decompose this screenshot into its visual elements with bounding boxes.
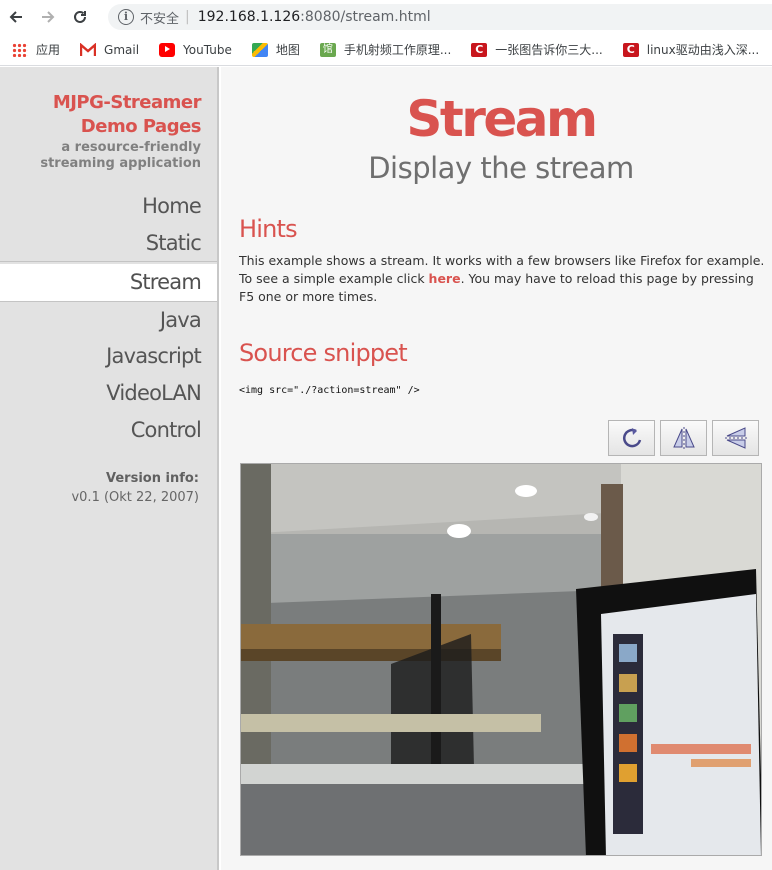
bookmark-label: 地图: [275, 43, 300, 57]
back-arrow-icon: [9, 11, 22, 23]
forward-button[interactable]: [32, 0, 64, 34]
nav-videolan[interactable]: VideoLAN: [0, 375, 217, 412]
flip-vertical-button[interactable]: [712, 420, 759, 456]
gmail-icon: [80, 42, 97, 56]
flip-horizontal-icon: [672, 427, 695, 449]
bookmarks-bar: 应用 Gmail YouTube 地图 馆手机射频工作原理... C 一张图告诉你…: [0, 34, 772, 66]
rotate-button[interactable]: [608, 420, 655, 456]
maps-icon: [251, 42, 268, 57]
nav-home[interactable]: Home: [0, 188, 217, 225]
browser-toolbar: i 不安全 | 192.168.1.126:8080/stream.html: [0, 0, 772, 34]
hints-paragraph: This example shows a stream. It works wi…: [239, 252, 769, 306]
main-content: Stream Display the stream Hints This exa…: [221, 67, 772, 870]
bookmark-label: YouTube: [183, 42, 232, 57]
brand: MJPG-Streamer Demo Pages a resource-frie…: [0, 91, 201, 172]
bookmark-apps[interactable]: 应用: [12, 41, 60, 58]
bookmark-site[interactable]: 馆手机射频工作原理...: [319, 41, 452, 58]
rotate-icon: [622, 428, 641, 448]
version-value: v0.1 (Okt 22, 2007): [71, 490, 199, 505]
bookmark-youtube[interactable]: YouTube: [159, 42, 232, 57]
nav-static[interactable]: Static: [0, 225, 217, 262]
bookmark-label: 一张图告诉你三大...: [495, 43, 603, 57]
security-label: 不安全: [140, 11, 180, 27]
reload-icon: [74, 10, 86, 23]
url-path: :8080/stream.html: [300, 9, 431, 25]
url-bar[interactable]: i 不安全 | 192.168.1.126:8080/stream.html: [108, 4, 772, 30]
info-icon[interactable]: i: [118, 9, 134, 25]
stream-image: [240, 463, 762, 856]
brand-title-line2: Demo Pages: [80, 116, 202, 137]
back-button[interactable]: [0, 0, 32, 34]
bookmark-label: linux驱动由浅入深...: [646, 43, 760, 57]
stream-toolbar: [608, 420, 759, 456]
flip-horizontal-button[interactable]: [660, 420, 707, 456]
apps-grid-icon: [12, 42, 28, 57]
bookmark-maps[interactable]: 地图: [251, 41, 300, 58]
bookmark-label: 手机射频工作原理...: [343, 43, 452, 57]
csdn-icon: C: [622, 42, 639, 57]
here-link[interactable]: here: [429, 271, 461, 286]
source-code: <img src="./?action=stream" />: [239, 385, 420, 396]
csdn-icon: C: [471, 42, 488, 57]
nav-javascript[interactable]: Javascript: [0, 338, 217, 375]
nav-stream[interactable]: Stream: [0, 264, 217, 301]
brand-subtitle: a resource-friendly streaming applicatio…: [40, 140, 201, 171]
nav-java[interactable]: Java: [0, 301, 217, 338]
bookmark-label: 应用: [36, 43, 61, 57]
source-heading: Source snippet: [239, 339, 408, 367]
forward-arrow-icon: [42, 11, 55, 23]
bookmark-csdn-1[interactable]: C 一张图告诉你三大...: [471, 41, 603, 58]
sidebar: MJPG-Streamer Demo Pages a resource-frie…: [0, 67, 219, 870]
brand-title-line1: MJPG-Streamer: [52, 92, 202, 113]
page: MJPG-Streamer Demo Pages a resource-frie…: [0, 67, 772, 870]
bookmark-csdn-2[interactable]: Clinux驱动由浅入深...: [622, 41, 760, 58]
sidebar-nav: Home Static Stream Java Javascript Video…: [0, 188, 217, 449]
youtube-icon: [159, 42, 176, 57]
reload-button[interactable]: [64, 0, 96, 34]
version-info: Version info: v0.1 (Okt 22, 2007): [71, 469, 199, 507]
flip-vertical-icon: [724, 427, 747, 449]
camera-frame: [241, 464, 761, 855]
bookmark-gmail[interactable]: Gmail: [80, 42, 140, 57]
version-label: Version info:: [106, 471, 199, 486]
site-icon: 馆: [319, 42, 336, 57]
bookmark-label: Gmail: [104, 42, 140, 57]
url-host: 192.168.1.126: [197, 9, 301, 25]
url-separator: |: [185, 9, 190, 25]
hints-heading: Hints: [239, 215, 298, 243]
nav-control[interactable]: Control: [0, 412, 217, 449]
page-title: Stream: [406, 90, 598, 148]
page-subtitle: Display the stream: [368, 151, 634, 185]
